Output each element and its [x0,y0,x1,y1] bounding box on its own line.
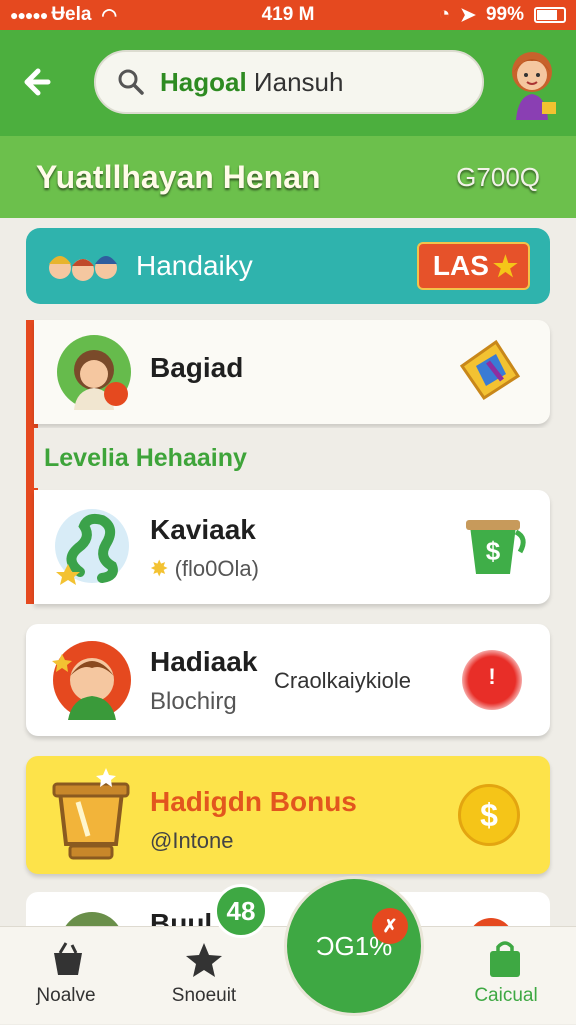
back-arrow-icon [24,68,51,96]
battery-icon [534,7,566,23]
list-item[interactable]: Bagiad [34,320,550,424]
nav-item-cart[interactable]: Caicual [446,927,566,1025]
coin-icon[interactable]: $ [458,784,520,846]
battery-percent: 99% [485,4,524,25]
progress-fab[interactable]: ƆG1% [284,876,424,1016]
money-bag-icon[interactable]: $ [460,512,530,578]
sparkle-icon: ✸ [150,556,169,581]
list-item[interactable]: Kaviaak ✸ (flo0Ola) $ [34,490,550,604]
page-title: Yuatllhayan Henan [36,158,321,195]
treasure-chest-icon [52,768,130,860]
star-icon: ★ [492,250,518,282]
snake-icon [55,509,129,585]
alarm-icon: ◔ [438,4,451,25]
nav-label: Ɲoalve [36,985,96,1006]
back-button[interactable] [18,60,62,104]
balance-header: Yuatllhayan Henan G700Q [0,136,576,218]
fab-close-icon[interactable]: ✗ [372,908,408,944]
profile-avatar[interactable] [504,44,560,120]
list-item[interactable]: Hadiaak Blochirg Craolkaiykiole ! [26,624,550,736]
location-icon: ➤ [460,4,476,26]
last-badge[interactable]: LAS ★ [416,242,530,290]
count-badge[interactable]: 48 [214,884,268,938]
item-name: Bagiad [150,352,244,383]
group-avatars-icon [49,256,117,281]
item-subtitle: Blochirg [150,688,237,715]
status-text: Craolkaiykiole [274,668,411,693]
status-bar: ●●●●● Ʉela ◠ 419 M ◔ ➤ 99% [0,0,576,30]
nav-label: Snoeuit [171,985,237,1006]
user-avatar [57,335,131,410]
wifi-icon: ◠ [101,4,118,25]
banner-label: Handaiky [136,250,253,281]
svg-text:$: $ [486,536,501,566]
item-name: Hadigdn Bonus [150,786,357,817]
section-title: Levelia Hehaainy [34,428,550,488]
ticket-icon[interactable] [456,336,524,402]
signal-icon: ●●●●● [10,7,48,23]
nav-label: Caicual [474,985,538,1006]
item-name: Kaviaak [150,514,256,545]
alert-indicator[interactable]: ! [462,650,522,710]
carrier-label: Ʉela [51,4,92,25]
item-subtitle: @Intone [150,828,234,853]
search-icon [118,69,144,95]
star-shape-icon [186,943,222,977]
search-input[interactable]: Hagoal Иansuh [94,50,484,114]
item-subtitle: (flo0Ola) [174,556,259,581]
item-name: Hadiaak [150,646,258,677]
search-text: Иansuh [253,66,344,97]
badge-text: LAS [432,250,489,281]
exclamation-icon: ! [488,664,496,689]
balance-value: G700Q [456,161,540,192]
team-banner[interactable]: Handaiky LAS ★ [26,228,550,304]
nav-item-home[interactable]: Ɲoalve [6,927,126,1025]
shopping-bag-icon [490,941,520,977]
basket-icon [54,942,82,975]
user-avatar [52,641,131,720]
search-highlight: Hagoal [160,66,247,97]
nav-item-search[interactable]: Snoeuit [144,927,264,1025]
top-bar: Hagoal Иansuh [0,30,576,136]
bonus-card[interactable]: Hadigdn Bonus @Intone $ [26,756,550,874]
